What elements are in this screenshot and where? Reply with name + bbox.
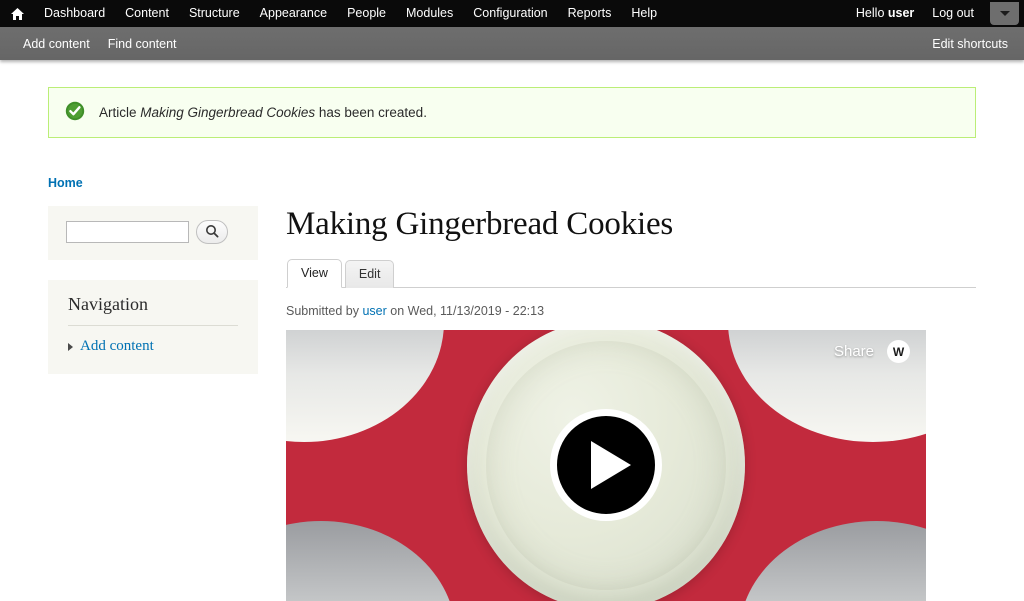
edit-shortcuts-link[interactable]: Edit shortcuts xyxy=(932,37,1008,51)
toolbar-item-appearance[interactable]: Appearance xyxy=(250,0,337,27)
navigation-block-title: Navigation xyxy=(68,294,238,326)
toolbar-item-dashboard[interactable]: Dashboard xyxy=(34,0,115,27)
node-submitted: Submitted by user on Wed, 11/13/2019 - 2… xyxy=(286,304,976,318)
user-name: user xyxy=(887,6,915,20)
admin-toolbar: Dashboard Content Structure Appearance P… xyxy=(0,0,1024,27)
toolbar-menu: Dashboard Content Structure Appearance P… xyxy=(34,0,667,27)
shortcut-find-content[interactable]: Find content xyxy=(99,37,186,51)
toolbar-left-group: Dashboard Content Structure Appearance P… xyxy=(0,0,667,27)
breadcrumb-home-link[interactable]: Home xyxy=(48,176,83,190)
toolbar-toggle-button[interactable] xyxy=(990,2,1019,25)
tab-edit[interactable]: Edit xyxy=(344,259,395,288)
home-link[interactable] xyxy=(0,0,34,27)
search-input[interactable] xyxy=(66,221,189,243)
wistia-logo-icon[interactable]: W xyxy=(887,340,910,364)
play-button[interactable] xyxy=(550,409,662,522)
player-top-bar: Share W xyxy=(286,330,926,374)
shortcut-links: Add content Find content xyxy=(0,37,186,51)
triangle-bullet-icon xyxy=(68,342,73,351)
page-title: Making Gingerbread Cookies xyxy=(286,206,674,242)
node-tabs: View Edit xyxy=(286,258,976,288)
home-icon xyxy=(10,7,25,21)
main-content: Making Gingerbread Cookies View Edit Sub… xyxy=(286,206,976,601)
toolbar-item-reports[interactable]: Reports xyxy=(558,0,622,27)
check-circle-icon xyxy=(65,101,85,124)
list-item: Add content xyxy=(68,335,238,358)
share-button[interactable]: Share xyxy=(834,343,874,360)
nav-item-add-content[interactable]: Add content xyxy=(80,338,154,355)
navigation-menu: Add content xyxy=(68,335,238,358)
wistia-logo-letter: W xyxy=(892,344,905,359)
search-block xyxy=(48,206,258,260)
decorative-bowl-bottom-right xyxy=(739,520,926,601)
submitted-suffix: on Wed, 11/13/2019 - 22:13 xyxy=(386,303,545,318)
toolbar-item-people[interactable]: People xyxy=(337,0,396,27)
chevron-down-icon xyxy=(999,11,1010,16)
play-icon xyxy=(590,441,631,490)
status-message: Article Making Gingerbread Cookies has b… xyxy=(48,87,976,138)
video-player[interactable]: Share W xyxy=(286,329,926,601)
status-message-text: Article Making Gingerbread Cookies has b… xyxy=(99,104,427,122)
search-icon xyxy=(205,224,219,241)
toolbar-right-group: Hello user Log out xyxy=(847,0,1024,27)
sidebar: Navigation Add content xyxy=(48,206,258,394)
shortcut-add-content[interactable]: Add content xyxy=(14,37,99,51)
toolbar-item-content[interactable]: Content xyxy=(115,0,179,27)
tab-view[interactable]: View xyxy=(287,258,342,288)
message-article-title: Making Gingerbread Cookies xyxy=(140,104,316,120)
message-suffix: has been created. xyxy=(315,104,427,120)
main-columns: Navigation Add content Making Gingerbrea… xyxy=(0,190,1024,601)
author-link[interactable]: user xyxy=(362,304,386,318)
toolbar-item-structure[interactable]: Structure xyxy=(179,0,250,27)
shortcut-bar: Add content Find content Edit shortcuts xyxy=(0,27,1024,60)
page-body: Article Making Gingerbread Cookies has b… xyxy=(0,60,1024,601)
logout-link[interactable]: Log out xyxy=(923,0,983,27)
toolbar-item-modules[interactable]: Modules xyxy=(396,0,463,27)
messages-region: Article Making Gingerbread Cookies has b… xyxy=(0,60,1024,138)
navigation-block: Navigation Add content xyxy=(48,280,258,374)
shortcut-right-group: Edit shortcuts xyxy=(932,27,1008,60)
decorative-bowl-bottom-left xyxy=(286,520,456,601)
breadcrumb: Home xyxy=(0,138,1024,190)
user-greeting: Hello user xyxy=(847,0,923,27)
message-prefix: Article xyxy=(99,104,141,120)
submitted-prefix: Submitted by xyxy=(286,303,363,318)
greeting-prefix: Hello xyxy=(855,6,888,20)
toolbar-item-help[interactable]: Help xyxy=(621,0,667,27)
toolbar-item-configuration[interactable]: Configuration xyxy=(463,0,557,27)
search-button[interactable] xyxy=(196,220,228,244)
